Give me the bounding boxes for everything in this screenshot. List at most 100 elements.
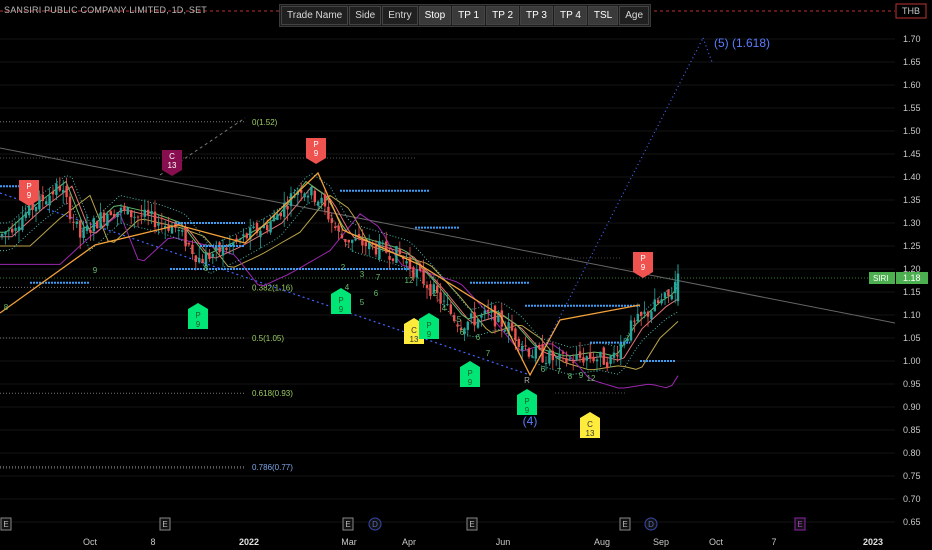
dividend-badge: D [368, 517, 382, 531]
fib-level-label: 0(1.52) [252, 118, 278, 127]
candle-body [330, 218, 333, 223]
toolbar-button-stop[interactable]: Stop [418, 6, 452, 25]
candle-body [82, 227, 85, 238]
signal-marker-buy_yellow: C13 [580, 412, 600, 438]
candle-body [425, 284, 429, 289]
price-tick-label: 1.05 [903, 333, 921, 343]
candle-body [439, 292, 442, 304]
event-badge-letter: E [345, 520, 350, 529]
fib-retracement: 0(1.52)0.382(1.16)0.5(1.05)0.618(0.93)0.… [0, 118, 293, 472]
price-axis: 0.65 0.70 0.75 0.80 0.85 0.90 0.95 1.00 1.05 1.10… [869, 3, 928, 527]
time-tick-label: Mar [341, 537, 357, 547]
signal-marker-type: C [587, 420, 593, 429]
trade-toolbar: Trade Name Side Entry Stop TP 1 TP 2 TP 3 TP 4T… [279, 4, 652, 27]
signal-marker-type: P [195, 311, 200, 320]
toolbar-button-tp-2[interactable]: TP 2 [486, 6, 520, 25]
candle-body [160, 223, 163, 225]
candle-body [150, 211, 153, 215]
toolbar-button-side[interactable]: Side [349, 6, 382, 25]
candle-body [531, 356, 534, 358]
candle-body [11, 228, 14, 233]
candle-body [344, 239, 347, 242]
time-tick-label: 2023 [863, 537, 883, 547]
chart-grid [0, 10, 895, 523]
count-label: 8 [204, 264, 209, 273]
candle-body [575, 354, 578, 360]
signal-marker-count: 9 [468, 378, 473, 387]
toolbar-button-age[interactable]: Age [619, 6, 650, 25]
price-tick-label: 0.95 [903, 379, 921, 389]
candle-body [153, 211, 157, 228]
price-tick-label: 1.10 [903, 310, 921, 320]
count-label: 6 [476, 333, 481, 342]
candle-body [408, 257, 412, 270]
signal-marker-count: 9 [196, 320, 201, 329]
candle-body [208, 253, 211, 260]
signal-marker-type: P [338, 296, 343, 305]
candle-body [109, 211, 112, 216]
candle-body [4, 231, 7, 235]
fib-level-label: 0.786(0.77) [252, 463, 293, 472]
candle-body [449, 304, 452, 314]
candle-body [113, 214, 116, 217]
price-tick-label: 0.70 [903, 494, 921, 504]
count-label: 5 [360, 298, 365, 307]
candle-body [493, 305, 497, 327]
event-badge-letter: E [622, 520, 627, 529]
candle-body [99, 212, 102, 229]
toolbar-button-entry[interactable]: Entry [382, 6, 418, 25]
candle-body [123, 205, 126, 211]
price-tick-label: 1.40 [903, 172, 921, 182]
candle-body [374, 245, 378, 255]
candle-body [17, 226, 21, 231]
count-label: 7 [557, 367, 562, 376]
toolbar-button-tp-4[interactable]: TP 4 [553, 6, 587, 25]
candle-body [45, 201, 48, 205]
signal-marker-count: 13 [168, 161, 177, 170]
candle-body [187, 242, 191, 245]
toolbar-button-tp-3[interactable]: TP 3 [520, 6, 553, 25]
candle-body [259, 230, 262, 238]
candle-body [646, 311, 650, 317]
toolbar-button-trade-name[interactable]: Trade Name [281, 6, 349, 25]
signal-marker-type: P [640, 254, 645, 263]
count-label: 7 [486, 349, 491, 358]
toolbar-button-tp-1[interactable]: TP 1 [452, 6, 486, 25]
count-label: 6 [460, 328, 465, 337]
candle-body [653, 299, 656, 312]
signal-marker-buy: P9 [419, 313, 439, 339]
event-badge-letter: E [3, 520, 8, 529]
candle-body [565, 357, 568, 363]
count-label: 3 [360, 270, 365, 279]
candle-body [191, 244, 194, 255]
candle-body [75, 221, 78, 224]
candle-body [643, 311, 646, 315]
time-tick-label: Apr [402, 537, 416, 547]
candle-body [266, 225, 269, 231]
candle-body [51, 191, 55, 195]
candle-body [245, 233, 248, 239]
candle-body [582, 357, 585, 363]
candle-body [473, 312, 476, 326]
candle-body [119, 207, 123, 213]
candle-body [466, 321, 469, 330]
candle-body [381, 242, 384, 244]
candle-body [558, 353, 561, 359]
toolbar-button-tsl[interactable]: TSL [587, 6, 619, 25]
price-chart[interactable]: 0(1.52)0.382(1.16)0.5(1.05)0.618(0.93)0.… [0, 0, 932, 550]
candle-body [667, 289, 670, 296]
signal-marker-count: 13 [410, 335, 419, 344]
count-label: 2 [341, 263, 346, 272]
candle-body [313, 190, 316, 203]
signal-marker-sell: P9 [633, 252, 653, 278]
candlesticks [0, 177, 680, 373]
candle-body [599, 351, 602, 358]
candle-body [7, 230, 10, 232]
time-tick-label: Sep [653, 537, 669, 547]
price-tick-label: 0.80 [903, 448, 921, 458]
candle-body [181, 230, 184, 232]
candle-body [364, 242, 367, 247]
candle-body [534, 346, 537, 359]
signal-marker-buy: P9 [460, 361, 480, 387]
candle-body [140, 215, 143, 217]
